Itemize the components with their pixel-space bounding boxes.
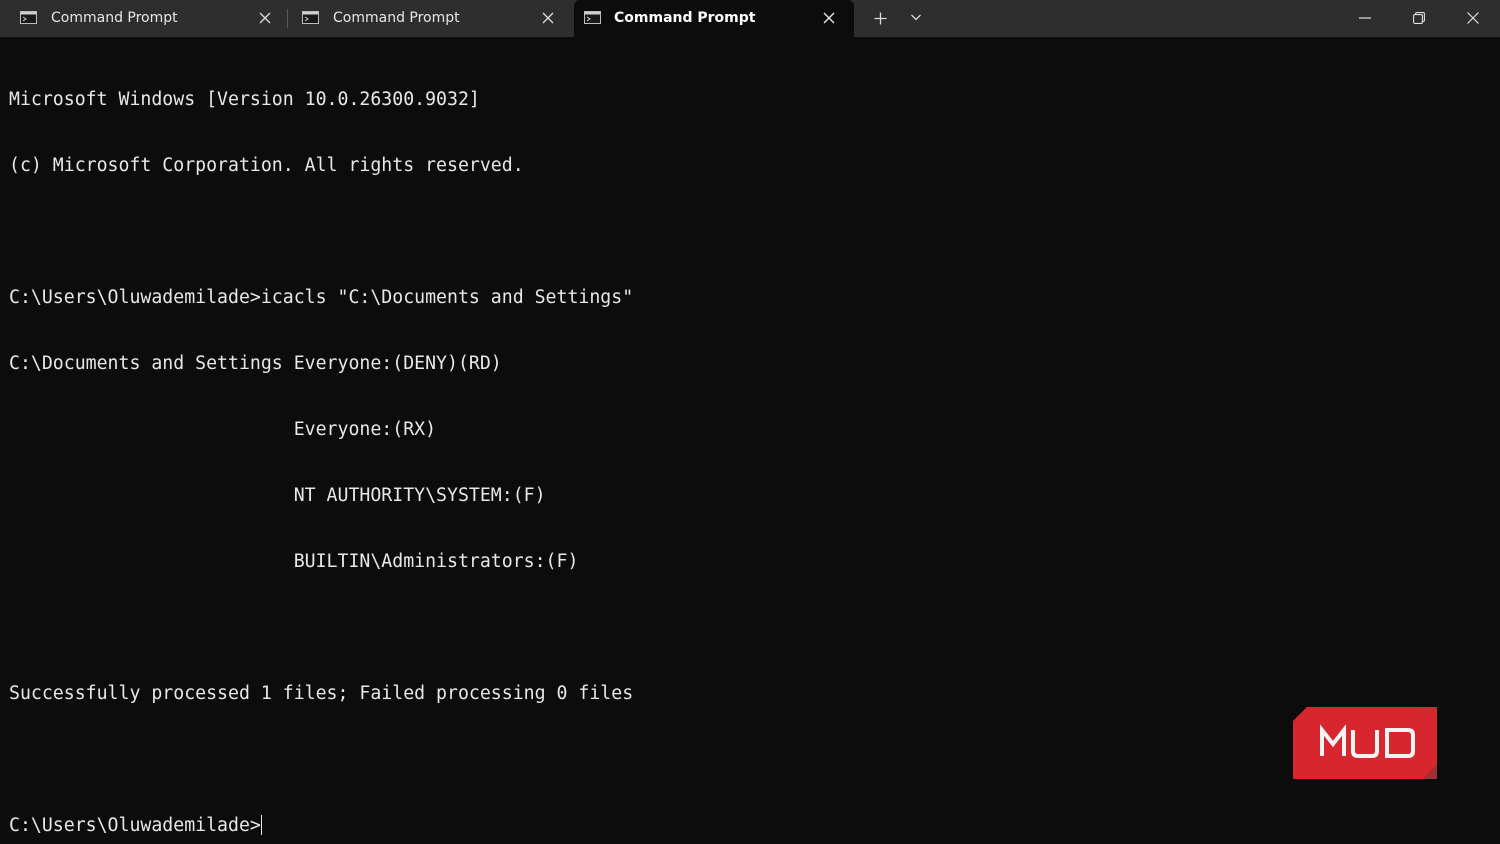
tab-label: Command Prompt [51,10,178,26]
tab-bar: Command Prompt Command Prompt Command Pr… [0,0,1500,37]
prompt-text: C:\Users\Oluwademilade> [9,815,261,836]
chevron-down-icon [911,14,921,21]
close-icon[interactable] [823,12,835,24]
text-cursor [260,815,262,835]
terminal-line: (c) Microsoft Corporation. All rights re… [9,155,524,176]
close-icon [1467,12,1479,24]
terminal-window: Command Prompt Command Prompt Command Pr… [0,0,1500,844]
tab-command-prompt-1[interactable]: Command Prompt [0,0,286,37]
new-tab-button[interactable] [862,0,898,37]
tab-label: Command Prompt [614,10,756,26]
restore-button[interactable] [1393,0,1445,37]
tab-command-prompt-3[interactable]: Command Prompt [574,0,854,37]
cmd-icon [302,11,319,24]
close-icon[interactable] [542,12,554,24]
cmd-icon [20,11,37,24]
tab-label: Command Prompt [333,10,460,26]
terminal-output[interactable]: Microsoft Windows [Version 10.0.26300.90… [9,45,1489,844]
minimize-button[interactable] [1340,0,1390,37]
terminal-line: Microsoft Windows [Version 10.0.26300.90… [9,89,480,110]
plus-icon [874,12,887,25]
terminal-line: BUILTIN\Administrators:(F) [9,551,579,572]
terminal-line: Everyone:(RX) [9,419,437,440]
prompt-line[interactable]: C:\Users\Oluwademilade> [9,815,1489,837]
tab-command-prompt-2[interactable]: Command Prompt [288,0,568,37]
muo-logo [1293,707,1437,779]
terminal-line: C:\Users\Oluwademilade>icacls "C:\Docume… [9,287,634,308]
close-icon[interactable] [259,12,271,24]
tab-dropdown-button[interactable] [900,0,932,37]
terminal-line: Successfully processed 1 files; Failed p… [9,683,634,704]
restore-icon [1413,12,1425,24]
minimize-icon [1359,17,1371,19]
cmd-icon [584,11,601,24]
terminal-line: C:\Documents and Settings Everyone:(DENY… [9,353,502,374]
close-window-button[interactable] [1447,0,1500,37]
terminal-line: NT AUTHORITY\SYSTEM:(F) [9,485,546,506]
